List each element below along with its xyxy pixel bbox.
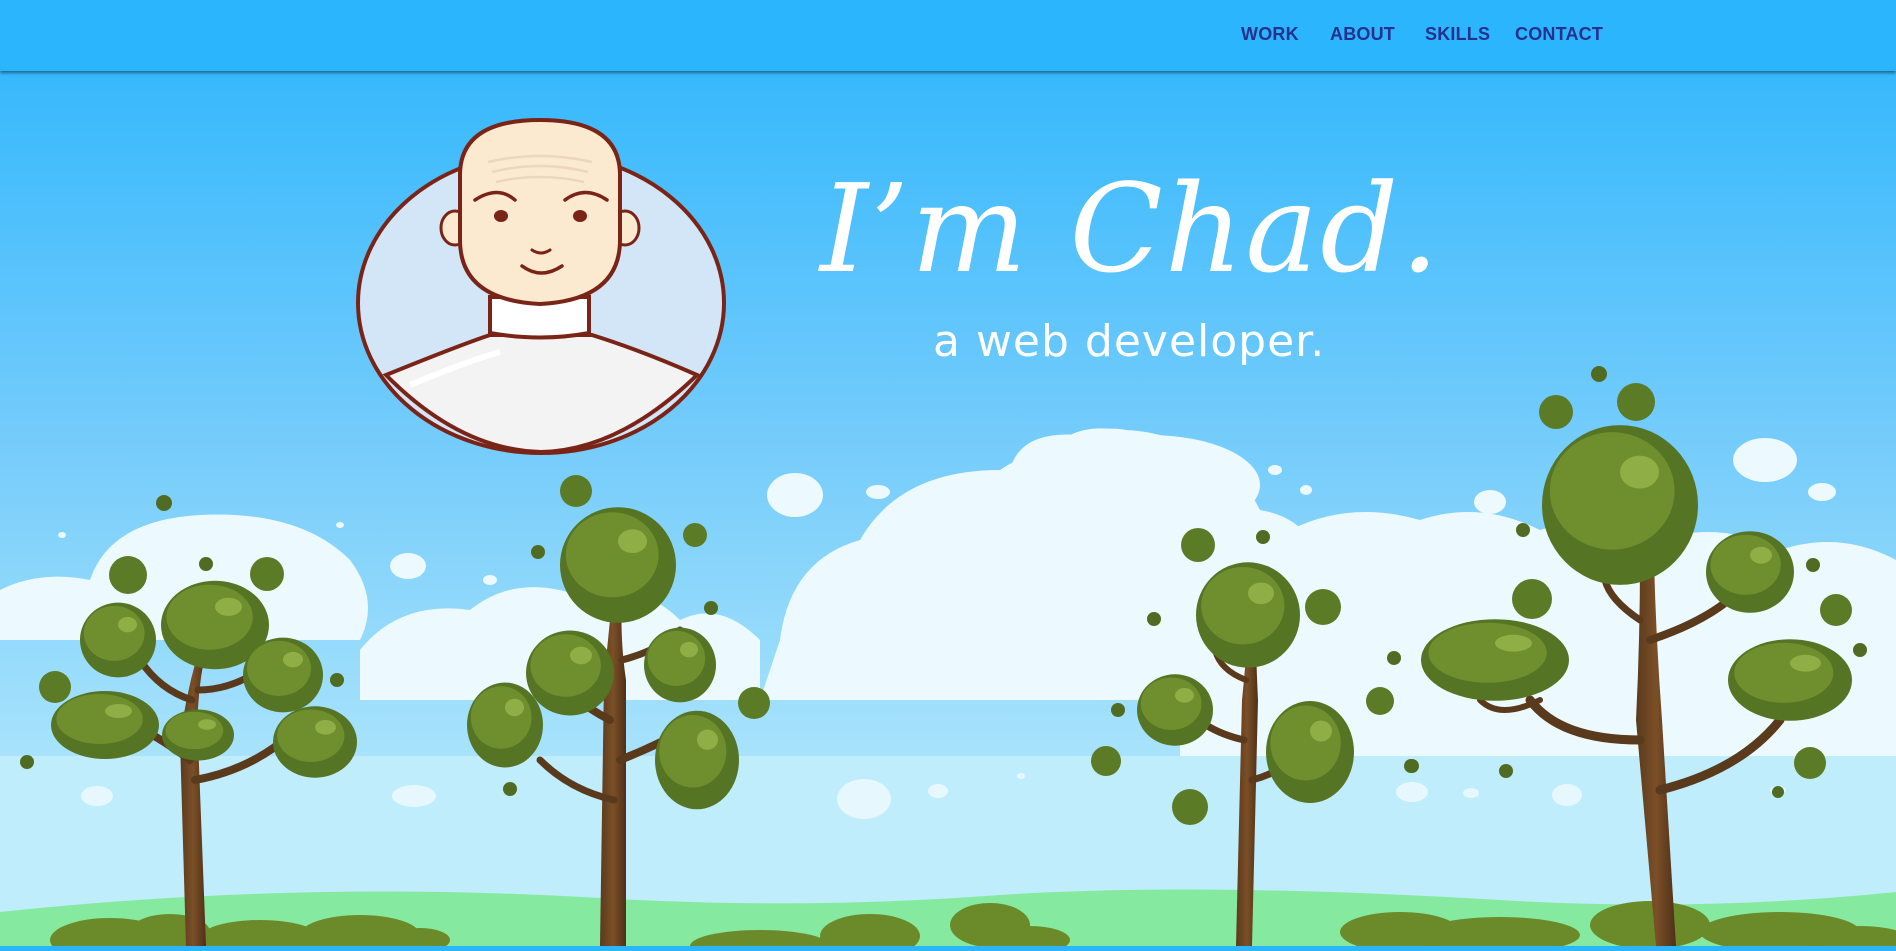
top-navbar: WORK ABOUT SKILLS CONTACT xyxy=(0,0,1896,71)
hero-scene: I’m Chad. a web developer. xyxy=(0,0,1896,951)
hero-subtitle: a web developer. xyxy=(933,316,1326,367)
nav-link-work[interactable]: WORK xyxy=(1241,24,1299,45)
background-illustration xyxy=(0,0,1896,951)
hero-title: I’m Chad. xyxy=(820,158,1441,300)
nav-link-skills[interactable]: SKILLS xyxy=(1425,24,1490,45)
nav-links: WORK ABOUT SKILLS CONTACT xyxy=(0,0,1896,71)
nav-link-about[interactable]: ABOUT xyxy=(1330,24,1395,45)
nav-link-contact[interactable]: CONTACT xyxy=(1515,24,1603,45)
